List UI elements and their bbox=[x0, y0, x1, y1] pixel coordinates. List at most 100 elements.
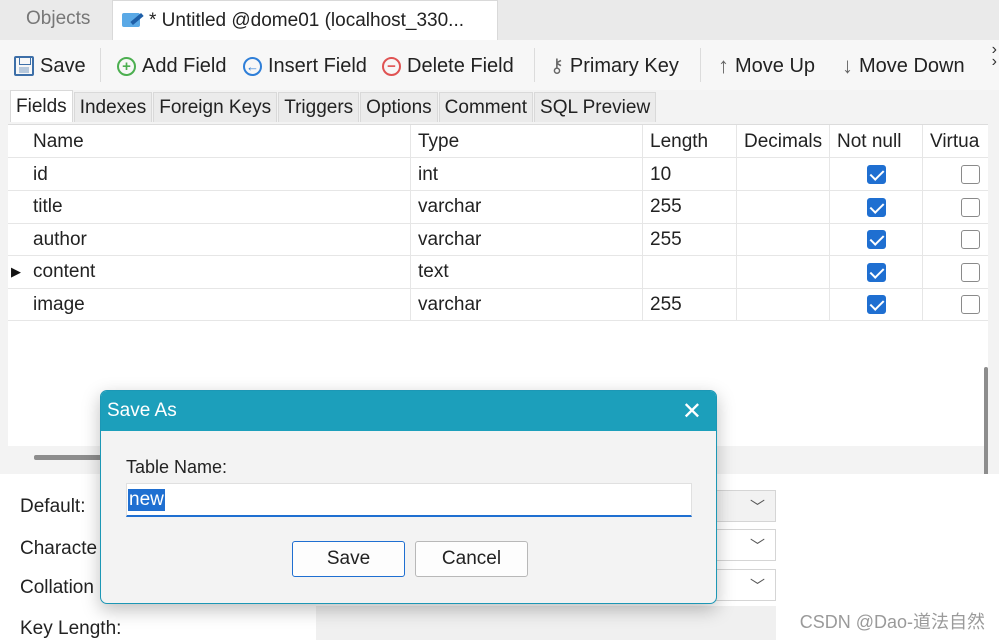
tab-foreign-keys[interactable]: Foreign Keys bbox=[153, 92, 278, 122]
field-decimals-cell[interactable] bbox=[737, 158, 830, 191]
field-name-cell[interactable]: id bbox=[26, 158, 411, 191]
toolbar-divider bbox=[700, 48, 701, 82]
key-length-label: Key Length: bbox=[20, 618, 122, 639]
not-null-cell bbox=[830, 158, 923, 191]
move-down-label: Move Down bbox=[859, 54, 965, 77]
field-length-cell[interactable]: 255 bbox=[643, 223, 737, 257]
floppy-disk-icon bbox=[14, 56, 34, 76]
watermark: CSDN @Dao-道法自然 bbox=[799, 612, 985, 632]
key-length-field[interactable] bbox=[316, 606, 776, 640]
virtual-checkbox[interactable] bbox=[961, 230, 980, 250]
column-header-virtual[interactable]: Virtua bbox=[923, 125, 988, 158]
insert-arrow-icon: ← bbox=[243, 56, 262, 76]
dialog-cancel-button[interactable]: Cancel bbox=[415, 541, 528, 577]
chevron-down-icon: ﹀ bbox=[749, 538, 765, 555]
table-row[interactable]: title varchar 255 bbox=[8, 190, 988, 224]
dialog-title: Save As bbox=[107, 400, 177, 421]
field-type-cell[interactable]: varchar bbox=[411, 288, 643, 322]
field-length-cell[interactable]: 255 bbox=[643, 288, 737, 322]
add-field-button[interactable]: + Add Field bbox=[117, 50, 227, 82]
virtual-cell bbox=[923, 191, 988, 224]
table-row[interactable]: id int 10 bbox=[8, 158, 988, 191]
not-null-checkbox[interactable] bbox=[867, 197, 886, 217]
field-length-cell[interactable] bbox=[643, 255, 737, 289]
delete-field-button[interactable]: − Delete Field bbox=[382, 50, 514, 82]
virtual-checkbox[interactable] bbox=[961, 165, 980, 184]
column-header-length[interactable]: Length bbox=[643, 125, 737, 158]
key-icon: ⚷ bbox=[550, 55, 564, 77]
move-up-label: Move Up bbox=[735, 54, 816, 77]
insert-field-button[interactable]: ← Insert Field bbox=[243, 50, 367, 82]
table-name-label: Table Name: bbox=[126, 457, 228, 477]
column-header-type[interactable]: Type bbox=[411, 125, 643, 158]
field-type-cell[interactable]: varchar bbox=[411, 190, 643, 224]
field-name-cell[interactable]: title bbox=[26, 190, 411, 224]
tab-untitled-table[interactable]: * Untitled @dome01 (localhost_330... bbox=[112, 0, 498, 40]
field-decimals-cell[interactable] bbox=[737, 190, 830, 224]
tab-objects[interactable]: Objects bbox=[12, 0, 112, 38]
field-type-cell[interactable]: text bbox=[411, 255, 643, 289]
tab-sql-preview[interactable]: SQL Preview bbox=[534, 92, 657, 122]
field-decimals-cell[interactable] bbox=[737, 223, 830, 257]
collation-label: Collation bbox=[20, 577, 94, 598]
add-field-label: Add Field bbox=[142, 54, 227, 77]
not-null-checkbox[interactable] bbox=[867, 165, 886, 184]
tab-untitled-label: * Untitled @dome01 (localhost_330... bbox=[149, 9, 465, 31]
close-icon[interactable]: ✕ bbox=[682, 397, 702, 426]
primary-key-label: Primary Key bbox=[569, 54, 679, 77]
table-name-selected-text: new bbox=[128, 489, 165, 511]
primary-key-button[interactable]: ⚷ Primary Key bbox=[550, 50, 679, 82]
virtual-checkbox[interactable] bbox=[961, 197, 980, 217]
column-header-decimals[interactable]: Decimals bbox=[737, 125, 830, 158]
virtual-cell bbox=[923, 256, 988, 289]
tab-comment[interactable]: Comment bbox=[438, 92, 534, 122]
field-decimals-cell[interactable] bbox=[737, 288, 830, 322]
field-type-cell[interactable]: varchar bbox=[411, 223, 643, 257]
grid-header-row: Name Type Length Decimals Not null Virtu… bbox=[8, 125, 988, 158]
not-null-cell bbox=[830, 288, 923, 322]
table-row[interactable]: author varchar 255 bbox=[8, 223, 988, 257]
tab-triggers[interactable]: Triggers bbox=[278, 92, 360, 122]
field-name-cell[interactable]: image bbox=[26, 288, 411, 322]
dialog-save-button[interactable]: Save bbox=[292, 541, 405, 577]
insert-field-label: Insert Field bbox=[268, 54, 367, 77]
table-row[interactable]: image varchar 255 bbox=[8, 288, 988, 322]
field-name-cell[interactable]: content bbox=[26, 255, 411, 289]
default-label: Default: bbox=[20, 496, 86, 517]
table-design-icon bbox=[121, 11, 144, 31]
not-null-cell bbox=[830, 255, 923, 289]
table-row[interactable]: ▶ content text bbox=[8, 255, 988, 289]
not-null-checkbox[interactable] bbox=[867, 295, 886, 315]
tab-fields[interactable]: Fields bbox=[10, 90, 73, 122]
toolbar-divider bbox=[534, 48, 535, 82]
field-length-cell[interactable]: 255 bbox=[643, 190, 737, 224]
field-length-cell[interactable]: 10 bbox=[643, 158, 737, 191]
table-name-input[interactable] bbox=[126, 483, 692, 517]
delete-field-label: Delete Field bbox=[407, 54, 514, 77]
virtual-cell bbox=[923, 288, 988, 321]
not-null-checkbox[interactable] bbox=[867, 262, 886, 282]
move-up-button[interactable]: ↑ Move Up bbox=[718, 50, 815, 82]
move-down-button[interactable]: ↓ Move Down bbox=[842, 50, 965, 82]
top-tab-bar: Objects * Untitled @dome01 (localhost_33… bbox=[0, 0, 999, 40]
column-header-not-null[interactable]: Not null bbox=[830, 125, 923, 158]
tab-indexes[interactable]: Indexes bbox=[73, 92, 153, 122]
field-type-cell[interactable]: int bbox=[411, 158, 643, 191]
tab-options[interactable]: Options bbox=[360, 92, 438, 122]
field-name-cell[interactable]: author bbox=[26, 223, 411, 257]
not-null-cell bbox=[830, 190, 923, 224]
save-as-dialog: Save As ✕ Table Name: new Save Cancel bbox=[100, 390, 717, 604]
virtual-cell bbox=[923, 158, 988, 191]
tab-objects-label: Objects bbox=[26, 8, 91, 29]
virtual-checkbox[interactable] bbox=[961, 262, 980, 282]
plus-circle-icon: + bbox=[117, 56, 136, 76]
arrow-up-icon: ↑ bbox=[718, 53, 729, 78]
toolbar-overflow-chevron-icon[interactable]: › › bbox=[992, 42, 997, 70]
field-decimals-cell[interactable] bbox=[737, 255, 830, 289]
chevron-down-icon: ﹀ bbox=[749, 499, 765, 516]
save-button[interactable]: Save bbox=[14, 50, 86, 82]
not-null-checkbox[interactable] bbox=[867, 230, 886, 250]
column-header-name[interactable]: Name bbox=[26, 125, 411, 158]
current-row-arrow-icon: ▶ bbox=[11, 263, 21, 279]
virtual-checkbox[interactable] bbox=[961, 295, 980, 315]
